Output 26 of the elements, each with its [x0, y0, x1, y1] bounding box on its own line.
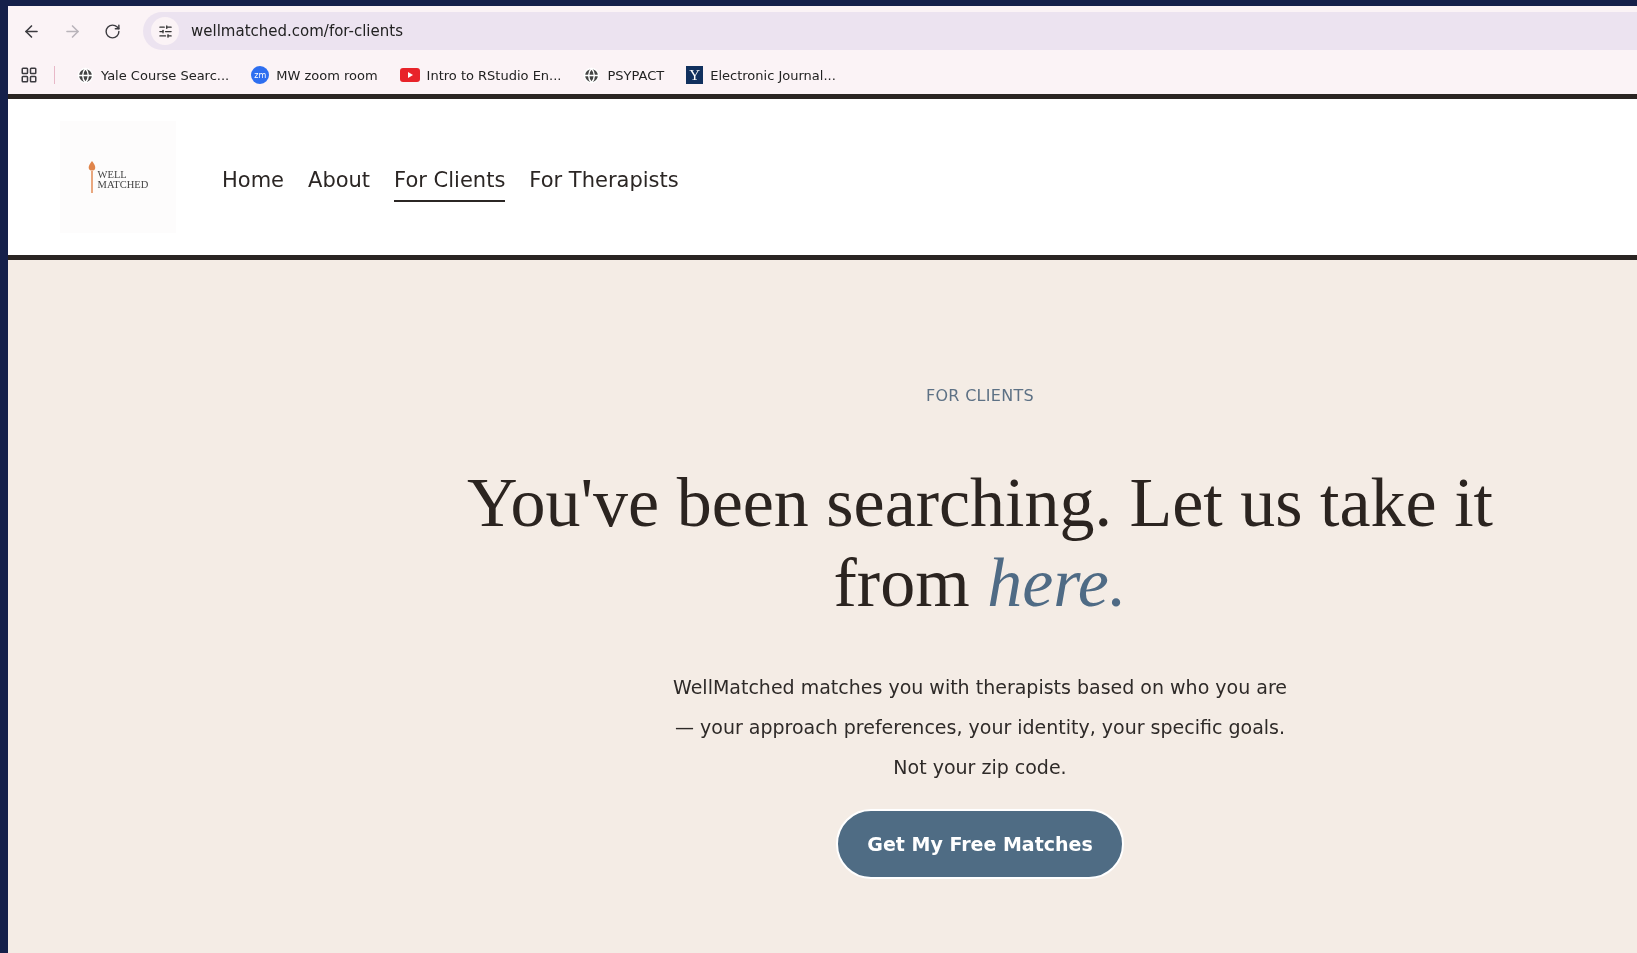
bookmark-link[interactable]: Y Electronic Journal...	[686, 66, 836, 84]
globe-icon	[583, 66, 601, 84]
logo-word: MATCHED	[97, 180, 149, 191]
play-icon	[399, 68, 420, 82]
nav-link[interactable]: For Therapists	[529, 162, 679, 202]
url-text: wellmatched.com/for-clients	[191, 22, 403, 40]
bookmark-link[interactable]: PSYPACT	[583, 66, 665, 84]
hero-headline: You've been searching. Let us take it from here.	[465, 463, 1495, 623]
letter-icon: Y	[686, 66, 704, 84]
settings-icon[interactable]	[151, 17, 179, 45]
apps-icon[interactable]	[20, 66, 38, 84]
bookmark-link[interactable]: Intro to RStudio En...	[399, 67, 562, 83]
hero-description: WellMatched matches you with therapists based on who you are — your approach preferences, your identity, your specific goals. Not your zip code.	[672, 675, 1288, 780]
nav-link[interactable]: About	[308, 162, 371, 202]
section-eyebrow: FOR CLIENTS	[925, 386, 1035, 405]
get-matches-button[interactable]: Get My Free Matches	[836, 809, 1124, 879]
zoom-icon: zm	[251, 66, 270, 84]
bookmark-link[interactable]: Yale Course Searc...	[77, 66, 230, 84]
nav-link[interactable]: For Clients	[394, 162, 506, 202]
globe-icon	[77, 66, 94, 84]
match-icon	[87, 161, 96, 193]
nav-link[interactable]: Home	[222, 162, 284, 202]
address-bar[interactable]: wellmatched.com/for-clients	[143, 12, 1637, 50]
logo-word: WELL	[97, 169, 128, 180]
reload-icon[interactable]	[104, 22, 121, 40]
bookmark-link[interactable]: zm MW zoom room	[251, 66, 378, 84]
